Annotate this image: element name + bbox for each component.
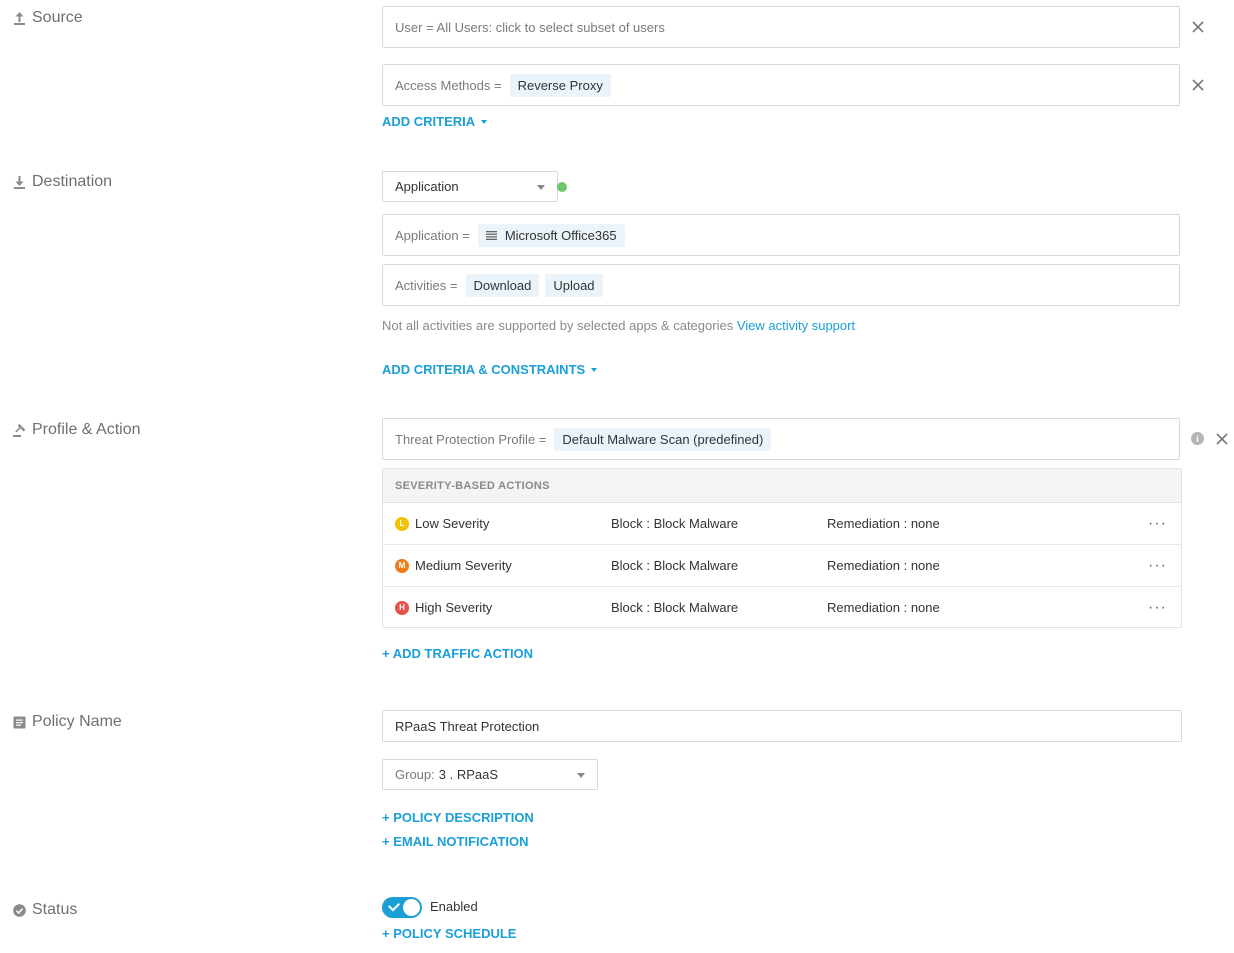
group-label: Group: [395, 767, 435, 782]
add-criteria-button[interactable]: ADD CRITERIA [382, 114, 488, 129]
info-icon[interactable]: i [1191, 432, 1204, 445]
user-criteria-field[interactable]: User = All Users: click to select subset… [382, 6, 1180, 48]
activity-support-hint: Not all activities are supported by sele… [382, 318, 855, 333]
section-label-source: Source [13, 9, 83, 27]
remove-user-criteria-button[interactable] [1191, 20, 1205, 34]
add-criteria-label: ADD CRITERIA [382, 114, 476, 129]
activity-hint-text: Not all activities are supported by sele… [382, 318, 734, 333]
caret-down-icon [481, 119, 488, 124]
group-select[interactable]: Group: 3 . RPaaS [382, 759, 598, 790]
policy-name-title: Policy Name [32, 713, 122, 730]
severity-name: Medium Severity [415, 558, 512, 573]
severity-remediation: Remediation : none [827, 600, 940, 615]
severity-action: Block : Block Malware [611, 516, 739, 531]
application-chip-label: Microsoft Office365 [504, 227, 617, 243]
upload-icon [14, 11, 25, 25]
toggle-knob [403, 899, 420, 916]
check-circle-icon [13, 903, 26, 917]
severity-action: Block : Block Malware [611, 558, 739, 573]
activity-chip-download[interactable]: Download [465, 273, 540, 297]
section-label-destination: Destination [13, 173, 112, 191]
caret-down-icon [537, 184, 545, 190]
status-dot-icon [557, 182, 567, 192]
threat-profile-chip[interactable]: Default Malware Scan (predefined) [554, 427, 772, 451]
gavel-icon [13, 423, 26, 437]
access-methods-label: Access Methods = [395, 77, 502, 93]
severity-actions-table: SEVERITY-BASED ACTIONS L Low Severity Bl… [382, 468, 1182, 628]
activities-field[interactable]: Activities = Download Upload [382, 264, 1180, 306]
low-severity-icon: L [395, 516, 409, 531]
section-label-profile-action: Profile & Action [13, 421, 141, 439]
profile-action-title: Profile & Action [32, 421, 141, 438]
add-traffic-action-label: + ADD TRAFFIC ACTION [382, 646, 534, 661]
severity-actions-header: SEVERITY-BASED ACTIONS [383, 469, 1181, 503]
severity-remediation: Remediation : none [827, 558, 940, 573]
user-criteria-text: User = All Users: click to select subset… [395, 19, 665, 35]
download-icon [14, 175, 25, 189]
table-row[interactable]: L Low Severity Block : Block Malware Rem… [383, 503, 1181, 545]
activities-label: Activities = [395, 277, 458, 293]
threat-profile-field[interactable]: Threat Protection Profile = Default Malw… [382, 418, 1180, 460]
severity-action: Block : Block Malware [611, 600, 739, 615]
table-row[interactable]: H High Severity Block : Block Malware Re… [383, 587, 1181, 628]
section-label-policy-name: Policy Name [13, 713, 122, 731]
status-toggle[interactable] [382, 897, 422, 918]
close-icon [1192, 21, 1204, 33]
application-chip[interactable]: Microsoft Office365 [477, 223, 625, 247]
table-row[interactable]: M Medium Severity Block : Block Malware … [383, 545, 1181, 587]
status-toggle-label: Enabled [430, 899, 478, 914]
add-policy-schedule-button[interactable]: + POLICY SCHEDULE [382, 926, 516, 941]
check-icon [387, 899, 401, 912]
add-policy-description-button[interactable]: + POLICY DESCRIPTION [382, 810, 534, 825]
add-traffic-action-button[interactable]: + ADD TRAFFIC ACTION [382, 646, 533, 661]
add-email-notification-label: + EMAIL NOTIFICATION [382, 834, 529, 849]
close-icon [1192, 79, 1204, 91]
caret-down-icon [577, 772, 585, 778]
section-label-status: Status [13, 901, 77, 919]
threat-profile-label: Threat Protection Profile = [395, 431, 547, 447]
policy-name-input[interactable] [382, 710, 1182, 742]
add-email-notification-button[interactable]: + EMAIL NOTIFICATION [382, 834, 529, 849]
add-policy-description-label: + POLICY DESCRIPTION [382, 810, 534, 825]
destination-type-value: Application [395, 179, 459, 194]
caret-down-icon [591, 367, 598, 372]
remove-threat-profile-button[interactable] [1215, 432, 1229, 446]
access-methods-field[interactable]: Access Methods = Reverse Proxy [382, 64, 1180, 106]
application-field[interactable]: Application = Microsoft Office365 [382, 214, 1180, 256]
severity-name: Low Severity [415, 516, 490, 531]
medium-severity-icon: M [395, 558, 409, 573]
destination-title: Destination [32, 173, 113, 190]
destination-type-select[interactable]: Application [382, 171, 558, 202]
group-value: 3 . RPaaS [438, 767, 499, 782]
activity-chip-upload[interactable]: Upload [545, 273, 603, 297]
status-title: Status [32, 901, 78, 918]
severity-name: High Severity [415, 600, 493, 615]
remove-access-methods-button[interactable] [1191, 78, 1205, 92]
add-criteria-constraints-label: ADD CRITERIA & CONSTRAINTS [382, 362, 586, 377]
high-severity-icon: H [395, 600, 409, 615]
list-icon [485, 230, 497, 240]
application-label: Application = [395, 227, 470, 243]
more-options-icon[interactable]: ··· [1148, 599, 1167, 616]
add-policy-schedule-label: + POLICY SCHEDULE [382, 926, 517, 941]
view-activity-support-link[interactable]: View activity support [737, 318, 855, 333]
close-icon [1216, 433, 1228, 445]
add-criteria-constraints-button[interactable]: ADD CRITERIA & CONSTRAINTS [382, 362, 598, 377]
severity-remediation: Remediation : none [827, 516, 940, 531]
access-method-chip[interactable]: Reverse Proxy [509, 73, 611, 97]
source-title: Source [32, 9, 83, 26]
more-options-icon[interactable]: ··· [1148, 515, 1167, 532]
document-icon [13, 716, 26, 728]
more-options-icon[interactable]: ··· [1148, 557, 1167, 574]
